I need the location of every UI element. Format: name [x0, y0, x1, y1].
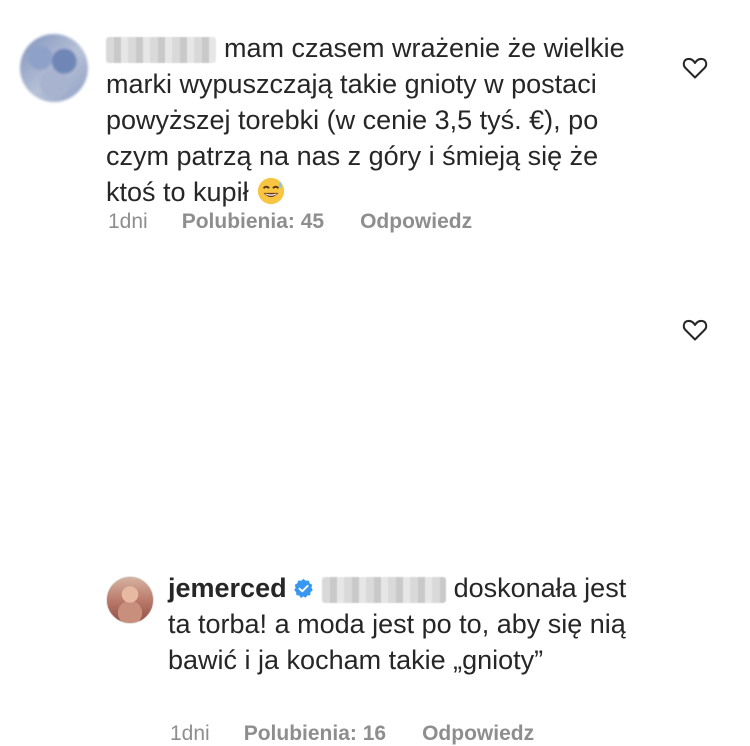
likes-count[interactable]: Polubienia: 45 [182, 210, 324, 234]
likes-count[interactable]: Polubienia: 16 [244, 722, 386, 746]
comment-meta: 1dni Polubienia: 16 Odpowiedz [170, 722, 534, 746]
comment-item: mam czasem wrażenie że wielkie marki wyp… [0, 0, 750, 260]
avatar[interactable] [106, 576, 154, 624]
comment-text-block: mam czasem wrażenie że wielkie marki wyp… [106, 30, 626, 210]
blurred-mention[interactable] [321, 576, 446, 603]
reply-comment-item: jemerced doskonała jest ta torba! a moda… [0, 282, 750, 745]
username[interactable]: jemerced [168, 573, 287, 603]
verified-badge-icon [293, 578, 313, 598]
avatar[interactable] [20, 34, 88, 102]
heart-icon[interactable] [682, 56, 708, 80]
comment-time[interactable]: 1dni [108, 210, 148, 234]
reply-button[interactable]: Odpowiedz [360, 210, 472, 234]
sweat-smile-emoji [257, 177, 285, 205]
reply-button[interactable]: Odpowiedz [422, 722, 534, 746]
comment-text-block: jemerced doskonała jest ta torba! a moda… [168, 570, 638, 678]
comment-meta: 1dni Polubienia: 45 Odpowiedz [108, 210, 472, 234]
heart-icon[interactable] [682, 318, 708, 342]
blurred-username[interactable] [106, 36, 216, 63]
comment-time[interactable]: 1dni [170, 722, 210, 746]
